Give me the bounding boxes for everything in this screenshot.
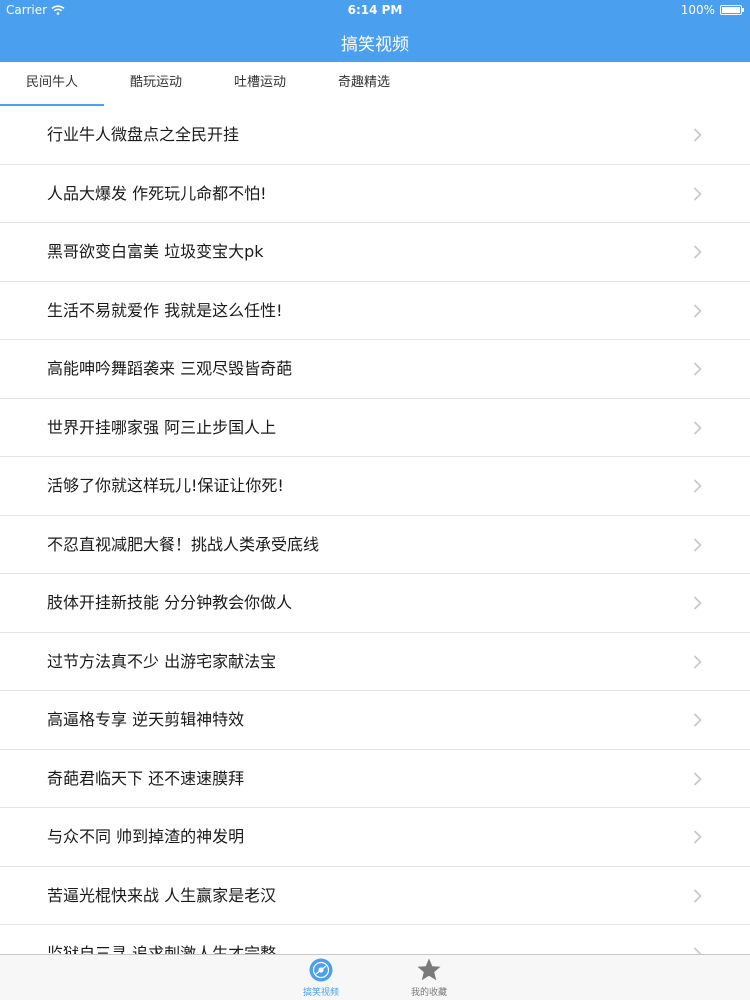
list-item-title: 高能呻吟舞蹈袭来 三观尽毁皆奇葩 xyxy=(47,359,293,378)
chevron-right-icon xyxy=(693,362,702,376)
list-item[interactable]: 生活不易就爱作 我就是这么任性! xyxy=(0,281,750,340)
list-item[interactable]: 过节方法真不少 出游宅家献法宝 xyxy=(0,632,750,691)
list-item-title: 监狱自三寻 追求刺激人生才完整 xyxy=(47,944,277,954)
list-item-title: 行业牛人微盘点之全民开挂 xyxy=(47,125,240,144)
battery-percent: 100% xyxy=(680,3,715,17)
header: Carrier 6:14 PM 100% 搞笑视频 xyxy=(0,0,750,62)
chevron-right-icon xyxy=(693,303,702,318)
list-item-title: 与众不同 帅到掉渣的神发明 xyxy=(47,827,245,846)
list-item[interactable]: 肢体开挂新技能 分分钟教会你做人 xyxy=(0,574,750,633)
nav-title: 搞笑视频 xyxy=(341,35,409,55)
list-item-title: 世界开挂哪家强 阿三止步国人上 xyxy=(47,417,277,437)
list-item[interactable]: 活够了你就这样玩儿!保证让你死! xyxy=(0,457,750,516)
list-item[interactable]: 奇葩君临天下 还不速速膜拜 xyxy=(0,749,750,808)
chevron-right-icon xyxy=(693,830,702,844)
chevron-right-icon xyxy=(693,888,702,903)
list-item-title: 人品大爆发 作死玩儿命都不怕! xyxy=(47,183,267,203)
list-item-title: 高逼格专享 逆天剪辑神特效 xyxy=(47,710,245,729)
chevron-right-icon xyxy=(693,654,702,669)
list-item[interactable]: 高逼格专享 逆天剪辑神特效 xyxy=(0,691,750,750)
list-item[interactable]: 行业牛人微盘点之全民开挂 xyxy=(0,106,750,165)
status-battery: 100% xyxy=(680,3,744,17)
category-tabs: 民间牛人 酷玩运动 吐槽运动 奇趣精选 xyxy=(0,62,416,107)
list-item[interactable]: 黑哥欲变白富美 垃圾变宝大pk xyxy=(0,223,750,282)
tab-tucao-yundong[interactable]: 吐槽运动 xyxy=(208,62,312,106)
tabbar-label-favorites: 我的收藏 xyxy=(410,988,447,998)
video-list[interactable]: 行业牛人微盘点之全民开挂 人品大爆发 作死玩儿命都不怕! 黑哥欲变白富美 垃圾变… xyxy=(0,106,750,954)
chevron-right-icon xyxy=(693,771,702,786)
tab-qiqu-jingxuan[interactable]: 奇趣精选 xyxy=(312,62,416,106)
status-time: 6:14 PM xyxy=(347,3,403,17)
list-item-title: 不忍直视减肥大餐！挑战人类承受底线 xyxy=(47,534,320,554)
chevron-right-icon xyxy=(693,596,702,610)
battery-icon xyxy=(720,5,744,15)
chevron-right-icon xyxy=(693,947,702,954)
chevron-right-icon xyxy=(693,479,702,493)
status-bar: Carrier 6:14 PM 100% xyxy=(0,0,750,20)
video-disc-icon xyxy=(309,958,333,982)
tabbar-label-funny-videos: 搞笑视频 xyxy=(302,988,339,998)
list-item-title: 活够了你就这样玩儿!保证让你死! xyxy=(47,476,284,495)
tabbar-item-favorites[interactable]: 我的收藏 xyxy=(389,957,469,999)
list-item[interactable]: 苦逼光棍快来战 人生赢家是老汉 xyxy=(0,866,750,925)
list-item[interactable]: 世界开挂哪家强 阿三止步国人上 xyxy=(0,398,750,457)
tab-minjian-niuren[interactable]: 民间牛人 xyxy=(0,62,104,107)
chevron-right-icon xyxy=(693,128,702,142)
list-item-title: 生活不易就爱作 我就是这么任性! xyxy=(47,300,283,320)
list-item[interactable]: 人品大爆发 作死玩儿命都不怕! xyxy=(0,164,750,223)
list-item-title: 过节方法真不少 出游宅家献法宝 xyxy=(47,651,277,671)
chevron-right-icon xyxy=(693,537,702,552)
list-item-title: 肢体开挂新技能 分分钟教会你做人 xyxy=(47,593,293,612)
list-item[interactable]: 监狱自三寻 追求刺激人生才完整 xyxy=(0,925,750,954)
list-item[interactable]: 与众不同 帅到掉渣的神发明 xyxy=(0,808,750,867)
tab-kuwan-yundong[interactable]: 酷玩运动 xyxy=(104,62,208,106)
chevron-right-icon xyxy=(693,245,702,259)
app-screen: Carrier 6:14 PM 100% 搞笑视频 民间牛人 酷玩运动 吐槽运动… xyxy=(0,0,750,1000)
chevron-right-icon xyxy=(693,420,702,435)
list-item[interactable]: 高能呻吟舞蹈袭来 三观尽毁皆奇葩 xyxy=(0,340,750,399)
list-item-title: 苦逼光棍快来战 人生赢家是老汉 xyxy=(47,885,277,905)
tabbar-item-funny-videos[interactable]: 搞笑视频 xyxy=(281,957,361,999)
list-item-title: 奇葩君临天下 还不速速膜拜 xyxy=(47,768,245,788)
chevron-right-icon xyxy=(693,186,702,201)
tab-bar: 搞笑视频 我的收藏 xyxy=(0,954,750,1000)
chevron-right-icon xyxy=(693,713,702,727)
list-item[interactable]: 不忍直视减肥大餐！挑战人类承受底线 xyxy=(0,515,750,574)
list-item-title: 黑哥欲变白富美 垃圾变宝大pk xyxy=(47,242,264,261)
star-icon xyxy=(417,958,441,981)
